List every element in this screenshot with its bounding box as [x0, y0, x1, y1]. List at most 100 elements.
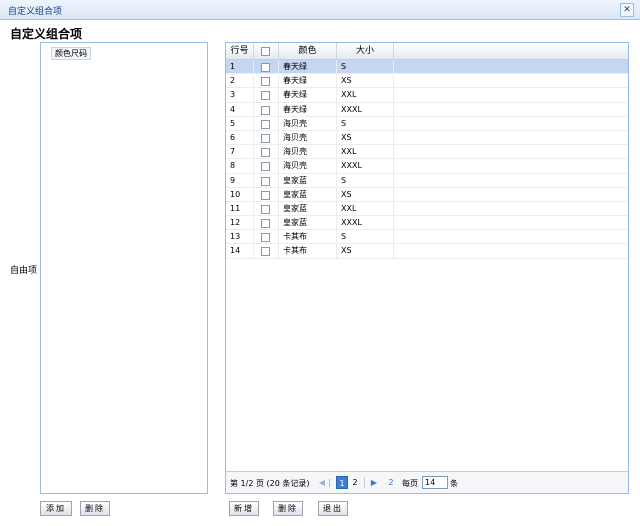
- row-checkbox[interactable]: [261, 119, 270, 129]
- row-size: XXL: [337, 145, 394, 160]
- row-size: XXL: [337, 201, 394, 216]
- pager-pipe: |: [328, 478, 331, 487]
- add-button[interactable]: 添加: [40, 501, 72, 516]
- table-row[interactable]: 3 春天绿 XXL: [226, 88, 628, 103]
- row-select-cell[interactable]: [254, 88, 279, 103]
- row-size: XS: [337, 187, 394, 202]
- row-color: 皇家蓝: [279, 173, 337, 188]
- grid-header: 行号 颜色 大小: [226, 43, 628, 60]
- header-rownum: 行号: [226, 43, 254, 60]
- combination-grid: 行号 颜色 大小 1 春天绿 S 2 春天绿 XS 3 春天绿 XXL 4 春天绿 XXXL 5 海贝壳 S…: [225, 42, 629, 494]
- window-titlebar: 自定义组合项 ✕: [0, 0, 640, 20]
- color-size-chip[interactable]: 颜色尺码: [51, 47, 91, 60]
- row-select-cell[interactable]: [254, 230, 279, 245]
- table-row[interactable]: 1 春天绿 S: [226, 60, 628, 75]
- exit-button[interactable]: 退出: [318, 501, 348, 516]
- row-checkbox[interactable]: [261, 204, 270, 214]
- row-number: 10: [226, 187, 254, 202]
- page-1-button[interactable]: 1: [336, 476, 348, 489]
- new-button[interactable]: 新增: [229, 501, 259, 516]
- delete-left-button[interactable]: 删除: [80, 501, 110, 516]
- row-checkbox[interactable]: [261, 176, 270, 186]
- row-select-cell[interactable]: [254, 173, 279, 188]
- row-color: 春天绿: [279, 102, 337, 117]
- header-size[interactable]: 大小: [337, 43, 394, 60]
- grid-rows: 1 春天绿 S 2 春天绿 XS 3 春天绿 XXL 4 春天绿 XXXL 5 海贝壳 S 6 海贝壳 XS 7 海贝…: [226, 60, 628, 259]
- delete-button[interactable]: 删除: [273, 501, 303, 516]
- next-page-icon[interactable]: ▶: [368, 476, 380, 489]
- close-icon[interactable]: ✕: [620, 3, 634, 17]
- header-color[interactable]: 颜色: [279, 43, 337, 60]
- row-color: 卡其布: [279, 244, 337, 259]
- row-number: 2: [226, 74, 254, 89]
- table-row[interactable]: 14 卡其布 XS: [226, 244, 628, 259]
- window-title: 自定义组合项: [8, 7, 63, 17]
- row-size: XXXL: [337, 102, 394, 117]
- select-all-checkbox[interactable]: [261, 47, 270, 56]
- row-select-cell[interactable]: [254, 187, 279, 202]
- row-size: S: [337, 173, 394, 188]
- row-checkbox[interactable]: [261, 91, 270, 101]
- header-select-all[interactable]: [254, 43, 279, 60]
- dialog-heading: 自定义组合项: [10, 27, 83, 41]
- row-checkbox[interactable]: [261, 148, 270, 158]
- row-select-cell[interactable]: [254, 201, 279, 216]
- row-checkbox[interactable]: [261, 190, 270, 200]
- row-number: 12: [226, 216, 254, 231]
- row-checkbox[interactable]: [261, 63, 270, 72]
- row-size: S: [337, 60, 394, 74]
- row-number: 6: [226, 130, 254, 145]
- prev-page-icon[interactable]: ◀: [316, 476, 328, 489]
- row-checkbox[interactable]: [261, 233, 270, 243]
- row-number: 7: [226, 145, 254, 160]
- per-page-input[interactable]: [422, 476, 448, 489]
- row-number: 13: [226, 230, 254, 245]
- row-checkbox[interactable]: [261, 105, 270, 115]
- table-row[interactable]: 5 海贝壳 S: [226, 116, 628, 131]
- row-select-cell[interactable]: [254, 159, 279, 174]
- row-size: S: [337, 116, 394, 131]
- row-select-cell[interactable]: [254, 145, 279, 160]
- table-row[interactable]: 2 春天绿 XS: [226, 74, 628, 89]
- row-select-cell[interactable]: [254, 102, 279, 117]
- table-row[interactable]: 9 皇家蓝 S: [226, 173, 628, 188]
- page-2-button[interactable]: 2: [349, 476, 361, 489]
- row-select-cell[interactable]: [254, 244, 279, 259]
- table-row[interactable]: 6 海贝壳 XS: [226, 130, 628, 146]
- row-size: XS: [337, 74, 394, 89]
- pager-separator: [364, 477, 365, 488]
- free-item-panel: 颜色尺码: [40, 42, 208, 494]
- last-page-link[interactable]: 2: [385, 476, 397, 489]
- row-select-cell[interactable]: [254, 216, 279, 231]
- row-number: 9: [226, 173, 254, 188]
- row-color: 春天绿: [279, 60, 337, 74]
- row-select-cell[interactable]: [254, 130, 279, 145]
- free-item-label: 自由项: [10, 266, 38, 276]
- row-size: XXL: [337, 88, 394, 103]
- table-row[interactable]: 8 海贝壳 XXXL: [226, 159, 628, 174]
- row-color: 海贝壳: [279, 116, 337, 131]
- row-number: 8: [226, 159, 254, 174]
- row-color: 卡其布: [279, 230, 337, 245]
- table-row[interactable]: 7 海贝壳 XXL: [226, 145, 628, 160]
- row-checkbox[interactable]: [261, 162, 270, 172]
- row-select-cell[interactable]: [254, 116, 279, 131]
- table-row[interactable]: 4 春天绿 XXXL: [226, 102, 628, 117]
- row-checkbox[interactable]: [261, 219, 270, 229]
- row-color: 海贝壳: [279, 159, 337, 174]
- per-page-label: 每页: [402, 479, 418, 488]
- row-checkbox[interactable]: [261, 133, 270, 143]
- row-color: 皇家蓝: [279, 216, 337, 231]
- row-select-cell[interactable]: [254, 60, 279, 74]
- row-select-cell[interactable]: [254, 74, 279, 89]
- row-size: XXXL: [337, 159, 394, 174]
- table-row[interactable]: 13 卡其布 S: [226, 230, 628, 245]
- row-color: 春天绿: [279, 74, 337, 89]
- row-checkbox[interactable]: [261, 77, 270, 87]
- table-row[interactable]: 12 皇家蓝 XXXL: [226, 216, 628, 231]
- table-row[interactable]: 11 皇家蓝 XXL: [226, 201, 628, 217]
- row-color: 海贝壳: [279, 145, 337, 160]
- table-row[interactable]: 10 皇家蓝 XS: [226, 187, 628, 202]
- row-checkbox[interactable]: [261, 247, 270, 257]
- row-number: 11: [226, 201, 254, 216]
